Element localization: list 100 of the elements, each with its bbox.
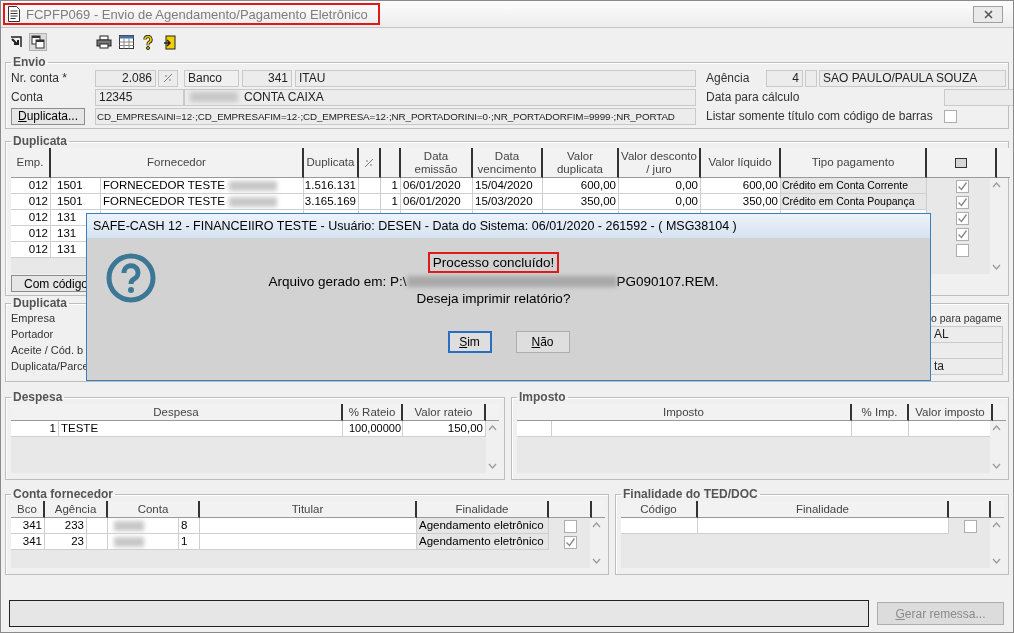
column-header[interactable]: % Imp.	[852, 404, 909, 421]
table-cell: 341	[11, 518, 45, 534]
checkbox-label: Listar somente título com código de barras	[706, 109, 934, 123]
checkbox[interactable]	[955, 179, 969, 193]
column-header[interactable]: Titular	[200, 501, 417, 518]
column-header[interactable]: Valor imposto	[909, 404, 993, 421]
select-all-icon[interactable]	[955, 157, 967, 168]
table-cell: 100,00000	[343, 421, 403, 437]
bank-name-field[interactable]: ITAU	[295, 69, 696, 87]
agency-name-field[interactable]: SAO PAULO/PAULA SOUZA	[819, 69, 1006, 87]
field-label: Empresa	[11, 312, 56, 324]
checkbox[interactable]	[963, 519, 977, 533]
question-icon	[105, 252, 157, 304]
lookup-button[interactable]	[158, 69, 178, 87]
field-label: Nr. conta *	[11, 71, 69, 85]
windows-icon[interactable]	[29, 33, 47, 51]
table-cell: 150,00	[403, 421, 486, 437]
column-header[interactable]: Data emissão	[401, 148, 473, 178]
scroll-down-icon[interactable]	[592, 558, 601, 564]
table-cell: 23	[45, 534, 87, 550]
checkbox[interactable]	[944, 109, 957, 123]
input-field[interactable]	[805, 69, 817, 87]
field-label: o para pagame	[930, 312, 1003, 324]
column-header[interactable]: Valor rateio	[403, 404, 486, 421]
agency-code-field[interactable]: 4	[766, 69, 803, 87]
column-header[interactable]: Emp.	[11, 148, 51, 178]
account-name-field[interactable]: CONTA CAIXA	[184, 88, 696, 106]
table-cell	[517, 421, 552, 437]
close-icon[interactable]	[983, 9, 993, 19]
column-header[interactable]: Agência	[45, 501, 108, 518]
exit-door-icon[interactable]	[161, 33, 179, 51]
table-cell: 600,00	[701, 178, 781, 194]
column-header[interactable]: Finalidade	[417, 501, 549, 518]
column-header[interactable]	[359, 148, 381, 178]
grid-icon[interactable]	[117, 33, 135, 51]
bank-code-field[interactable]: 341	[242, 69, 292, 87]
column-header[interactable]: % Rateio	[343, 404, 403, 421]
column-header[interactable]: Tipo pagamento	[781, 148, 927, 178]
column-header[interactable]	[927, 148, 997, 178]
scroll-up-icon[interactable]	[592, 522, 601, 528]
sort-icon[interactable]	[163, 73, 173, 83]
section-title: Finalidade do TED/DOC	[622, 487, 759, 501]
dialog-button[interactable]: Não	[515, 331, 570, 353]
account-number-field[interactable]: 2.086	[95, 69, 156, 87]
table-cell: 600,00	[543, 178, 619, 194]
column-header[interactable]: Finalidade	[698, 501, 949, 518]
column-header[interactable]: Valor desconto / juro	[619, 148, 701, 178]
scroll-down-icon[interactable]	[992, 264, 1001, 270]
column-header[interactable]: Despesa	[11, 404, 343, 421]
table-cell: 012	[11, 178, 51, 194]
table-cell: 350,00	[543, 194, 619, 210]
column-header[interactable]: Bco	[11, 501, 45, 518]
table-cell: TESTE	[59, 421, 343, 437]
column-header[interactable]	[949, 501, 991, 518]
table-cell: Crédito em Conta Corrente	[781, 178, 927, 194]
column-header[interactable]	[381, 148, 401, 178]
section-title: Duplicata	[12, 134, 68, 148]
column-header[interactable]: Conta	[108, 501, 200, 518]
scroll-up-icon[interactable]	[992, 182, 1001, 188]
table-cell: 1	[11, 421, 59, 437]
table-cell	[359, 178, 381, 194]
checkbox[interactable]	[955, 211, 969, 225]
column-header[interactable]	[549, 501, 592, 518]
input-field[interactable]: AL	[930, 325, 1003, 343]
scroll-down-icon[interactable]	[488, 463, 497, 469]
duplicata-button[interactable]: Duplicata...	[11, 107, 85, 125]
table-cell: 233	[45, 518, 87, 534]
filter-field[interactable]: CD_EMPRESAINI=12·;CD_EMPRESAFIM=12·;CD_EMPRESA=12·;NR_PORTADORINI=0·;NR_PORTADORFIM=9999·;NR_PORTAD	[95, 107, 696, 125]
date-field[interactable]	[944, 88, 1013, 106]
checkbox[interactable]	[955, 195, 969, 209]
table-cell: 06/01/2020	[401, 178, 473, 194]
dialog-headline: Processo concluído!	[427, 252, 560, 273]
column-header[interactable]: Código	[621, 501, 698, 518]
scroll-up-icon[interactable]	[992, 522, 1001, 528]
printer-icon[interactable]	[95, 33, 113, 51]
scroll-up-icon[interactable]	[488, 425, 497, 431]
scroll-down-icon[interactable]	[992, 463, 1001, 469]
sort-icon[interactable]	[364, 157, 374, 168]
section-title: Envio	[12, 55, 47, 69]
column-header[interactable]: Fornecedor	[51, 148, 304, 178]
table-cell: 1.516.131	[304, 178, 359, 194]
table-cell: 3.165.169	[304, 194, 359, 210]
checkbox[interactable]	[564, 519, 577, 533]
field-label: Aceite / Cód. b	[11, 344, 84, 356]
table-cell: Agendamento eletrônico	[417, 534, 549, 550]
scroll-down-icon[interactable]	[992, 558, 1001, 564]
checkbox[interactable]	[564, 535, 577, 549]
checkbox[interactable]	[955, 243, 969, 257]
dialog-message: Arquivo gerado em: P:\	[268, 273, 407, 290]
column-header[interactable]: Valor líquido	[701, 148, 781, 178]
checkbox[interactable]	[955, 227, 969, 241]
column-header[interactable]: Imposto	[517, 404, 852, 421]
column-header[interactable]: Valor duplicata	[543, 148, 619, 178]
table-cell: 1	[381, 178, 401, 194]
close-button[interactable]	[973, 5, 1003, 23]
account-code-field[interactable]: 12345	[95, 88, 184, 106]
dialog-button[interactable]: Sim	[447, 331, 492, 353]
column-header[interactable]: Duplicata	[304, 148, 359, 178]
scroll-up-icon[interactable]	[992, 425, 1001, 431]
column-header[interactable]: Data vencimento	[473, 148, 543, 178]
